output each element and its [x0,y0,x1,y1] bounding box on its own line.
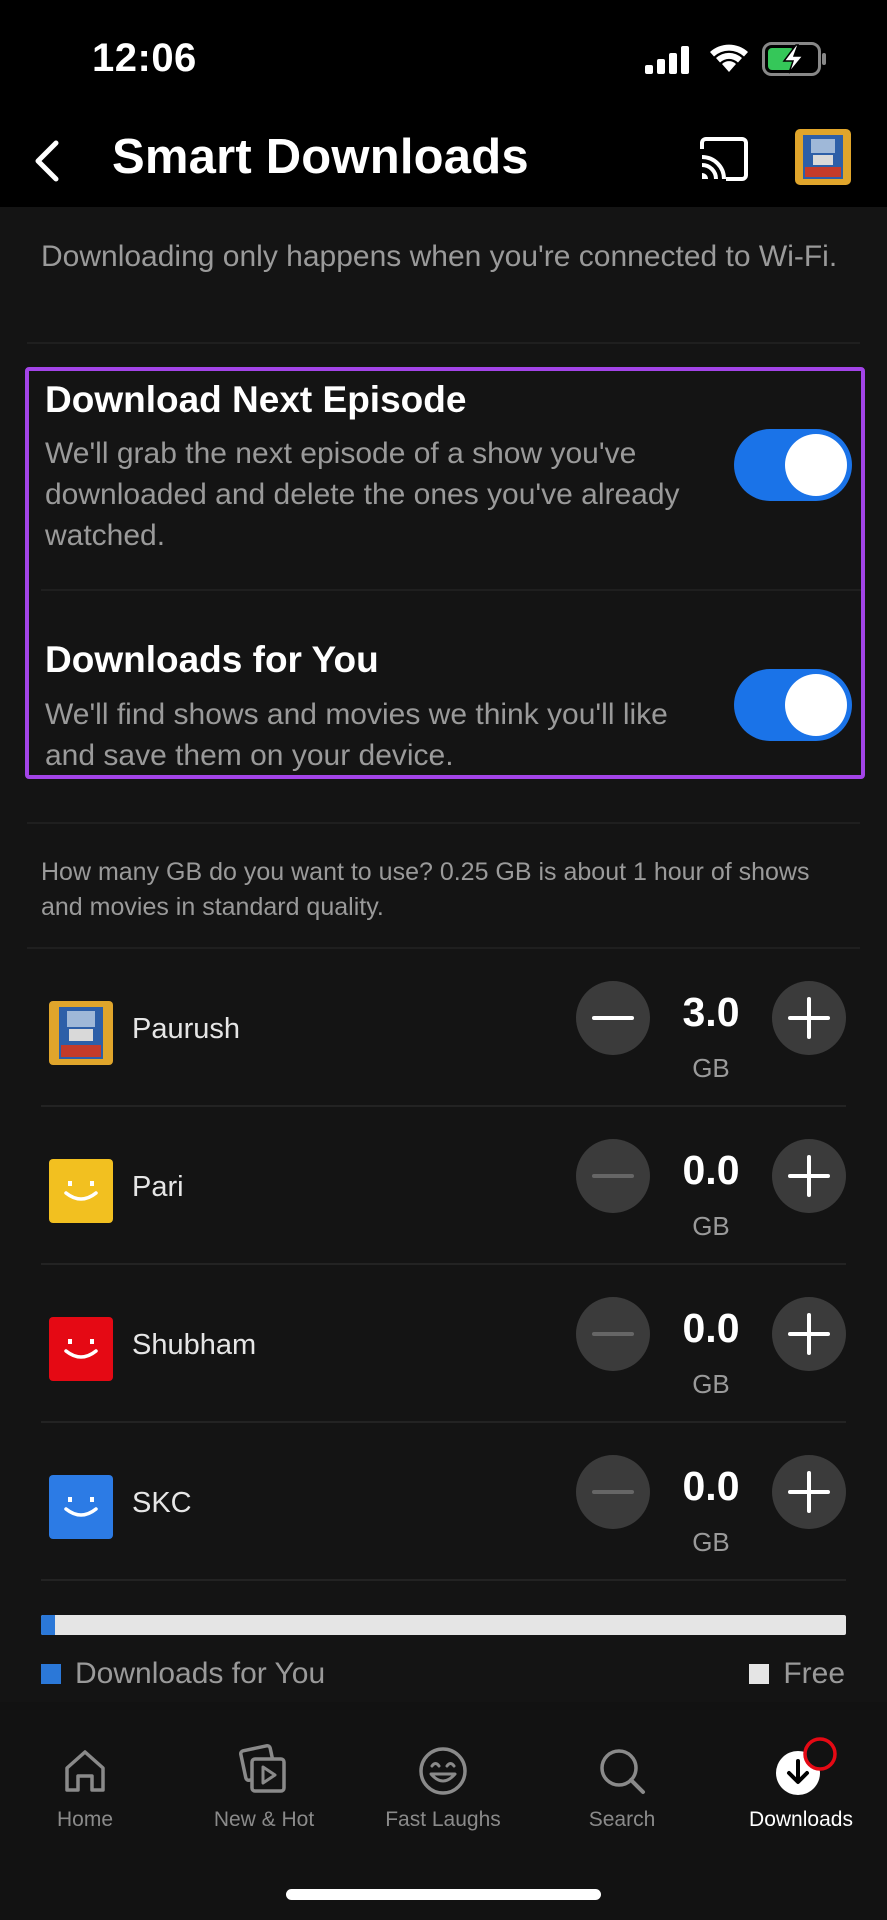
profile-name: Paurush [132,1013,241,1045]
storage-usage-bar [41,1615,846,1635]
storage-unit: GB [692,1369,730,1399]
profile-name: Pari [132,1171,184,1203]
setting-desc-downloads-for-you: We'll find shows and movies we think you… [45,698,668,772]
setting-title-download-next-episode: Download Next Episode [45,379,467,420]
battery-charging-icon [762,42,826,76]
profile-row: Shubham 0.0 GB [0,1265,887,1423]
storage-value: 0.0 [682,1463,740,1509]
nav-item-new-hot[interactable]: New & Hot [179,1744,349,1832]
nav-label: Fast Laughs [385,1808,501,1831]
signal-icon [645,46,689,74]
minus-icon [592,1174,634,1178]
gb-note: How many GB do you want to use? 0.25 GB … [41,858,810,921]
nav-item-search[interactable]: Search [537,1744,707,1832]
home-indicator [286,1889,601,1900]
nav-item-downloads[interactable]: Downloads [716,1737,886,1832]
page-title: Smart Downloads [112,130,529,184]
status-time: 12:06 [92,36,197,80]
storage-value: 0.0 [682,1147,740,1193]
smiley-icon [419,1747,467,1795]
divider [27,342,860,344]
divider [27,822,860,824]
divider [41,589,861,591]
nav-label: New & Hot [213,1808,315,1831]
decrease-button[interactable] [576,1455,650,1529]
setting-desc-download-next-episode: We'll grab the next episode of a show yo… [45,437,680,552]
minus-icon [592,1332,634,1336]
legend-label: Downloads for You [75,1657,326,1690]
storage-value: 0.0 [682,1305,740,1351]
smiley-avatar-icon [49,1317,113,1381]
bottom-nav: Home New & Hot Fast Laughs Search Downlo… [0,1702,887,1920]
storage-unit: GB [692,1527,730,1557]
app-header: Smart Downloads [0,115,887,207]
download-icon [776,1737,837,1795]
toggle-knob [785,434,847,496]
wifi-icon [710,44,748,72]
nav-item-fast-laughs[interactable]: Fast Laughs [358,1744,528,1832]
home-icon [65,1750,105,1792]
nav-label: Search [588,1808,656,1831]
robot-avatar-icon [49,1001,113,1065]
profile-row: SKC 0.0 GB [0,1423,887,1581]
smiley-avatar-icon [49,1159,113,1223]
storage-value: 3.0 [682,989,740,1035]
profile-name: Shubham [132,1329,257,1361]
wifi-note: Downloading only happens when you're con… [41,240,838,273]
cast-icon[interactable] [696,135,752,183]
decrease-button[interactable] [576,981,650,1055]
robot-avatar-icon [795,129,851,185]
increase-button[interactable] [772,1297,846,1371]
minus-icon [592,1016,634,1020]
nav-item-home[interactable]: Home [0,1744,170,1832]
decrease-button[interactable] [576,1297,650,1371]
legend-swatch-gray [749,1664,770,1684]
legend-downloads-for-you: Downloads for You [41,1657,325,1691]
toggle-downloads-for-you[interactable] [734,669,852,741]
decrease-button[interactable] [576,1139,650,1213]
increase-button[interactable] [772,981,846,1055]
increase-button[interactable] [772,1455,846,1529]
minus-icon [592,1490,634,1494]
profile-avatar [49,1317,113,1381]
legend-free: Free [749,1657,845,1691]
header-avatar[interactable] [795,129,851,185]
profile-avatar [49,1475,113,1539]
search-icon [600,1749,645,1794]
play-stack-icon [239,1744,286,1793]
storage-unit: GB [692,1053,730,1083]
legend-label: Free [783,1657,845,1690]
storage-unit: GB [692,1211,730,1241]
profile-name: SKC [132,1487,192,1519]
nav-label: Downloads [749,1808,853,1831]
highlighted-settings-group: Download Next Episode We'll grab the nex… [25,367,865,779]
profile-row: Paurush 3.0 GB [0,949,887,1107]
storage-usage-fill [41,1615,56,1635]
divider [41,1579,846,1581]
profile-row: Pari 0.0 GB [0,1107,887,1265]
toggle-download-next-episode[interactable] [734,429,852,501]
status-bar: 12:06 [0,0,887,115]
notification-ring-icon [803,1737,837,1771]
increase-button[interactable] [772,1139,846,1213]
settings-content: Downloading only happens when you're con… [0,207,887,1702]
toggle-knob [785,674,847,736]
legend-swatch-blue [41,1664,61,1684]
setting-title-downloads-for-you: Downloads for You [45,639,379,680]
smiley-avatar-icon [49,1475,113,1539]
profile-avatar [49,1159,113,1223]
nav-label: Home [56,1808,114,1831]
back-chevron-icon[interactable] [28,137,64,185]
profile-avatar [49,1001,113,1065]
